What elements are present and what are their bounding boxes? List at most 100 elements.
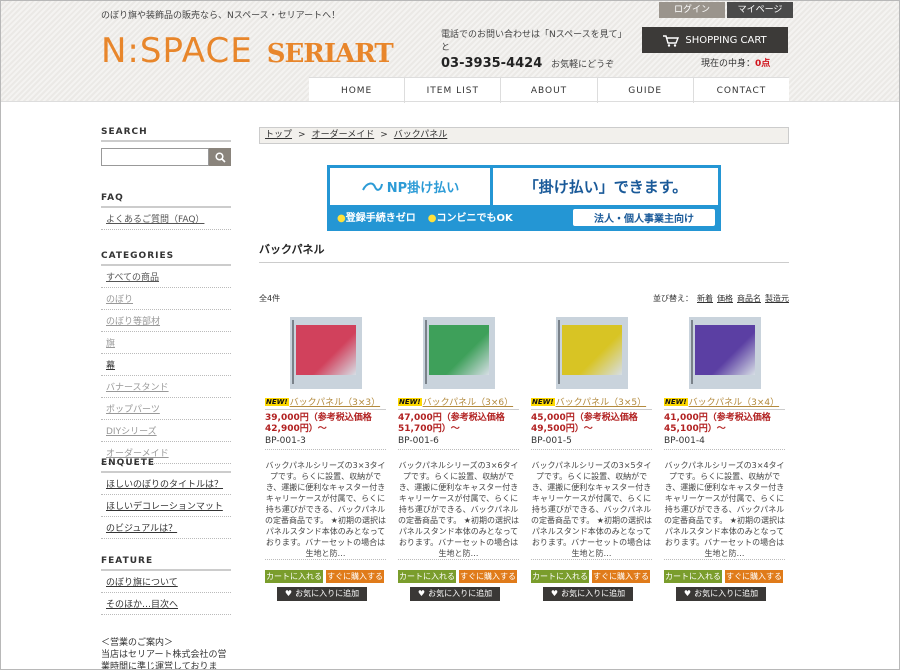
search-section: SEARCH bbox=[101, 127, 231, 166]
feature-section: FEATURE のぼり旗について そのほか…目次へ bbox=[101, 556, 231, 615]
heart-icon: ♥ bbox=[683, 589, 692, 598]
product-image[interactable] bbox=[689, 317, 761, 389]
page-title: バックパネル bbox=[259, 241, 789, 263]
product-description: バックパネルシリーズの3×6タイプです。らくに設置、収納ができ、運搬に便利なキャ… bbox=[398, 461, 519, 560]
nav-contact[interactable]: CONTACT bbox=[692, 78, 789, 103]
product-name[interactable]: バックパネル（3×5） bbox=[556, 395, 647, 408]
buy-now-button[interactable]: すぐに購入する bbox=[725, 570, 783, 583]
category-nobori-parts[interactable]: のぼり等部材 bbox=[101, 310, 231, 332]
contact-line1: 電話でのお問い合わせは「Nスペースを見て」と bbox=[441, 30, 627, 53]
search-title: SEARCH bbox=[101, 127, 231, 142]
result-count-row: 全4件 並び替え： 新着 価格 商品名 製造元 bbox=[259, 293, 789, 304]
product-image[interactable] bbox=[290, 317, 362, 389]
category-banner-stand[interactable]: バナースタンド bbox=[101, 376, 231, 398]
product-code: BP-001-6 bbox=[398, 436, 519, 450]
nav-item-list[interactable]: ITEM LIST bbox=[404, 78, 500, 103]
cart-count-label: 現在の中身： bbox=[701, 59, 756, 69]
banner-bullet-2: ●コンビニでもOK bbox=[427, 213, 513, 224]
product-description: バックパネルシリーズの3×5タイプです。らくに設置、収納ができ、運搬に便利なキャ… bbox=[531, 461, 652, 560]
sort-price[interactable]: 価格 bbox=[717, 294, 733, 303]
banner-bullet-1: ●登録手続きゼロ bbox=[337, 213, 416, 224]
nav-about[interactable]: ABOUT bbox=[500, 78, 596, 103]
shopping-cart-button[interactable]: SHOPPING CART bbox=[642, 27, 788, 53]
heart-icon: ♥ bbox=[417, 589, 426, 598]
category-all[interactable]: すべての商品 bbox=[101, 266, 231, 288]
add-to-cart-button[interactable]: カートに入れる bbox=[664, 570, 722, 583]
enquete-item-2[interactable]: ほしいデコレーションマット bbox=[101, 495, 231, 517]
sort-options: 並び替え： 新着 価格 商品名 製造元 bbox=[653, 293, 789, 304]
categories-section: CATEGORIES すべての商品 のぼり のぼり等部材 旗 幕 バナースタンド… bbox=[101, 251, 231, 464]
sort-name[interactable]: 商品名 bbox=[737, 294, 761, 303]
product-price: 47,000円（参考税込価格51,700円）～ bbox=[398, 413, 505, 434]
enquete-item-3[interactable]: のビジュアルは？ bbox=[101, 517, 231, 539]
product-name[interactable]: バックパネル（3×4） bbox=[689, 395, 780, 408]
cart-label: SHOPPING CART bbox=[685, 34, 767, 46]
product-description: バックパネルシリーズの3×4タイプです。らくに設置、収納ができ、運搬に便利なキャ… bbox=[664, 461, 785, 560]
buy-now-button[interactable]: すぐに購入する bbox=[592, 570, 650, 583]
nav-home[interactable]: HOME bbox=[309, 78, 404, 103]
product-buttons: カートに入れる すぐに購入する bbox=[398, 570, 519, 583]
product-panel-color bbox=[429, 325, 489, 375]
cart-count-value: 0点 bbox=[755, 59, 771, 69]
search-input[interactable] bbox=[101, 148, 209, 166]
add-favorite-button[interactable]: ♥ お気に入りに追加 bbox=[277, 587, 367, 601]
buy-now-button[interactable]: すぐに購入する bbox=[326, 570, 384, 583]
new-badge: NEW! bbox=[664, 397, 688, 406]
header-divider bbox=[1, 101, 899, 102]
new-badge: NEW! bbox=[531, 397, 555, 406]
product-description: バックパネルシリーズの3×3タイプです。らくに設置、収納ができ、運搬に便利なキャ… bbox=[265, 461, 386, 560]
login-link[interactable]: ログイン bbox=[659, 2, 725, 18]
faq-link[interactable]: よくあるご質問（FAQ） bbox=[101, 208, 231, 230]
feature-item-2[interactable]: そのほか…目次へ bbox=[101, 593, 231, 615]
breadcrumb-order-made[interactable]: オーダーメイド bbox=[312, 130, 375, 140]
breadcrumb-top[interactable]: トップ bbox=[265, 130, 292, 140]
nav-guide[interactable]: GUIDE bbox=[596, 78, 693, 103]
banner-pill: 法人・個人事業主向け bbox=[573, 209, 715, 226]
product-image[interactable] bbox=[423, 317, 495, 389]
sort-new[interactable]: 新着 bbox=[697, 294, 713, 303]
mypage-link[interactable]: マイページ bbox=[727, 2, 793, 18]
search-button[interactable] bbox=[209, 148, 231, 166]
np-payment-banner[interactable]: NP掛け払い 「掛け払い」できます。 ●登録手続きゼロ ●コンビニでもOK 法人… bbox=[327, 165, 721, 231]
add-favorite-button[interactable]: ♥ お気に入りに追加 bbox=[410, 587, 500, 601]
product-card: NEW! バックパネル（3×3） 39,000円（参考税込価格42,900円）～… bbox=[265, 317, 386, 601]
new-badge: NEW! bbox=[398, 397, 422, 406]
category-banner-cloth[interactable]: 幕 bbox=[101, 354, 231, 376]
phone-contact: 電話でのお問い合わせは「Nスペースを見て」と 03-3935-4424 お気軽に… bbox=[441, 27, 631, 71]
product-code: BP-001-5 bbox=[531, 436, 652, 450]
add-to-cart-button[interactable]: カートに入れる bbox=[398, 570, 456, 583]
add-to-cart-button[interactable]: カートに入れる bbox=[265, 570, 323, 583]
enquete-item-1[interactable]: ほしいのぼりのタイトルは？ bbox=[101, 473, 231, 495]
page: のぼり旗や装飾品の販売なら、Nスペース・セリアートへ！ N:SPACE SERI… bbox=[0, 0, 900, 670]
product-name[interactable]: バックパネル（3×6） bbox=[423, 395, 514, 408]
product-buttons: カートに入れる すぐに購入する bbox=[664, 570, 785, 583]
category-nobori[interactable]: のぼり bbox=[101, 288, 231, 310]
add-favorite-label: お気に入りに追加 bbox=[561, 589, 626, 598]
add-to-cart-button[interactable]: カートに入れる bbox=[531, 570, 589, 583]
category-diy[interactable]: DIYシリーズ bbox=[101, 420, 231, 442]
faq-section: FAQ よくあるご質問（FAQ） bbox=[101, 193, 231, 230]
new-badge: NEW! bbox=[265, 397, 289, 406]
feature-item-1[interactable]: のぼり旗について bbox=[101, 571, 231, 593]
add-favorite-button[interactable]: ♥ お気に入りに追加 bbox=[676, 587, 766, 601]
product-name[interactable]: バックパネル（3×3） bbox=[290, 395, 381, 408]
breadcrumb-current[interactable]: バックパネル bbox=[394, 130, 448, 140]
site-logo[interactable]: N:SPACE SERIART bbox=[101, 31, 394, 71]
category-flag[interactable]: 旗 bbox=[101, 332, 231, 354]
product-buttons: カートに入れる すぐに購入する bbox=[531, 570, 652, 583]
top-links: ログイン マイページ bbox=[659, 2, 793, 18]
product-card: NEW! バックパネル（3×4） 41,000円（参考税込価格45,100円）～… bbox=[664, 317, 785, 601]
logo-main: N:SPACE bbox=[101, 31, 253, 71]
banner-left: NP掛け払い bbox=[330, 168, 490, 205]
buy-now-button[interactable]: すぐに購入する bbox=[459, 570, 517, 583]
add-favorite-button[interactable]: ♥ お気に入りに追加 bbox=[543, 587, 633, 601]
notice-title: ＜営業のご案内＞ bbox=[101, 638, 174, 648]
product-name-row: NEW! バックパネル（3×4） bbox=[664, 395, 785, 410]
product-image[interactable] bbox=[556, 317, 628, 389]
sort-maker[interactable]: 製造元 bbox=[765, 294, 789, 303]
faq-title: FAQ bbox=[101, 193, 231, 208]
category-pop-parts[interactable]: ポップパーツ bbox=[101, 398, 231, 420]
heart-icon: ♥ bbox=[284, 589, 293, 598]
np-logo-icon bbox=[361, 182, 383, 191]
main-content: トップ > オーダーメイド > バックパネル NP掛け払い 「掛け払い」できます。 ●登… bbox=[259, 127, 789, 601]
